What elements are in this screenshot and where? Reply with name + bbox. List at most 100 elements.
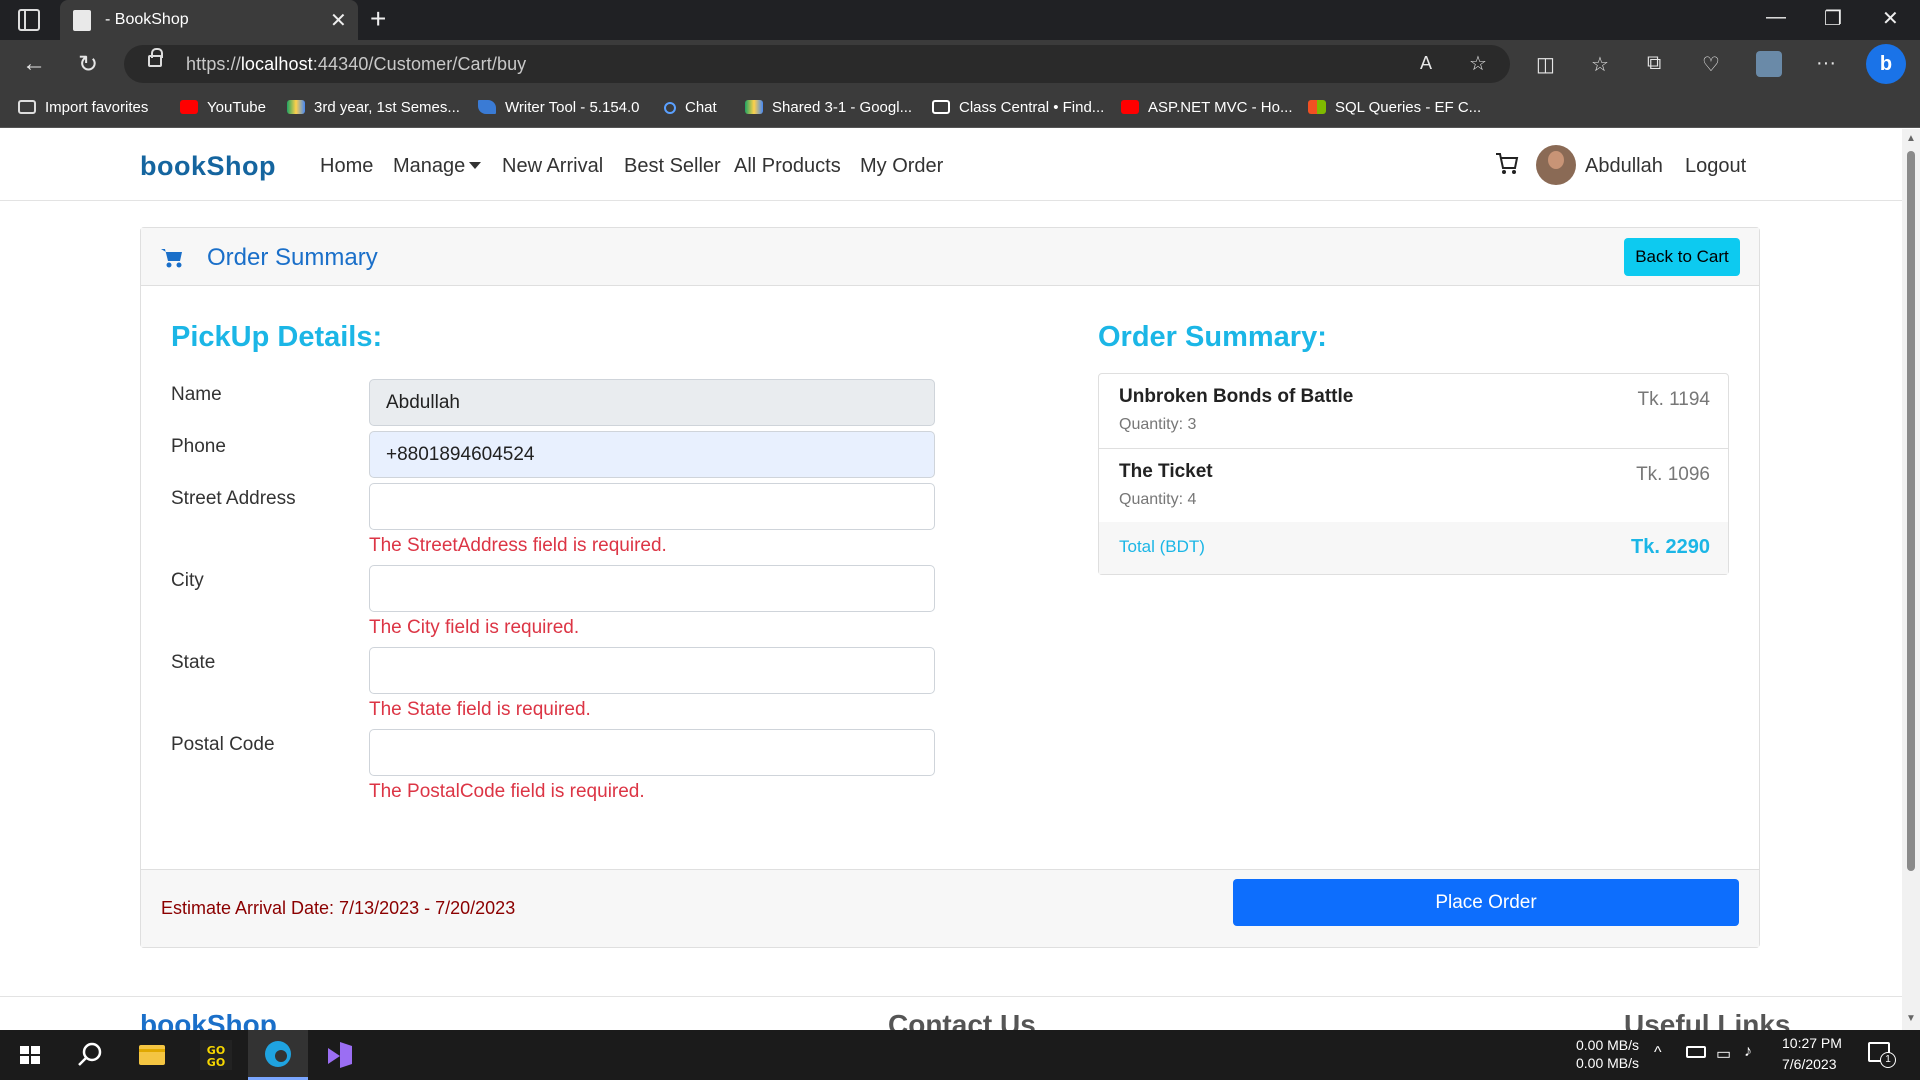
avatar[interactable] — [1536, 145, 1576, 185]
back-to-cart-button[interactable]: Back to Cart — [1624, 238, 1740, 276]
bing-copilot-icon[interactable]: b — [1866, 44, 1906, 84]
shopping-cart-icon — [161, 249, 182, 268]
nav-best-seller[interactable]: Best Seller — [624, 155, 721, 178]
browser-essentials-icon[interactable]: ♡ — [1702, 52, 1720, 77]
bookmark-google-drive-1[interactable]: 3rd year, 1st Semes... — [287, 99, 460, 116]
collections-icon[interactable]: ⧉ — [1647, 52, 1661, 75]
bookmark-writer-tool[interactable]: Writer Tool - 5.154.0 — [478, 99, 640, 116]
close-tab-icon[interactable]: ✕ — [330, 8, 347, 33]
refresh-icon[interactable]: ↻ — [78, 50, 98, 79]
brand-logo[interactable]: bookShop — [140, 151, 276, 182]
bookmark-google-drive-2[interactable]: Shared 3-1 - Googl... — [745, 99, 912, 116]
postal-code-field[interactable] — [369, 729, 935, 776]
scroll-down-icon[interactable]: ▼ — [1906, 1013, 1916, 1024]
lock-icon[interactable] — [148, 48, 163, 67]
search-icon[interactable] — [60, 1030, 120, 1080]
order-summary-heading: Order Summary: — [1098, 321, 1327, 353]
postal-code-label: Postal Code — [171, 734, 275, 755]
site-footer: bookShop Contact Us Useful Links — [0, 996, 1902, 1030]
city-label: City — [171, 570, 204, 591]
pickup-details-heading: PickUp Details: — [171, 321, 383, 353]
back-icon[interactable]: ← — [22, 50, 46, 78]
bookmark-sql-queries[interactable]: SQL Queries - EF C... — [1308, 99, 1481, 116]
phone-label: Phone — [171, 436, 226, 457]
browser-tab[interactable]: - BookShop ✕ — [60, 0, 358, 40]
total-value: Tk. 2290 — [1631, 536, 1710, 558]
item-quantity: Quantity: 4 — [1119, 491, 1197, 508]
state-label: State — [171, 652, 216, 673]
city-field[interactable] — [369, 565, 935, 612]
caret-down-icon — [469, 162, 482, 169]
phone-field[interactable] — [369, 431, 935, 478]
name-label: Name — [171, 384, 222, 405]
svg-text:GO: GO — [207, 1056, 225, 1069]
state-error: The State field is required. — [369, 699, 591, 720]
nav-home[interactable]: Home — [320, 155, 373, 178]
user-name[interactable]: Abdullah — [1585, 155, 1663, 178]
tab-actions-icon[interactable] — [18, 9, 40, 31]
place-order-button[interactable]: Place Order — [1233, 879, 1739, 926]
bookmark-aspnet-mvc[interactable]: ASP.NET MVC - Ho... — [1121, 99, 1293, 116]
favorites-icon[interactable]: ☆ — [1591, 52, 1609, 77]
volume-icon[interactable]: ♪ — [1744, 1043, 1752, 1061]
order-card: Order Summary Back to Cart PickUp Detail… — [140, 227, 1760, 948]
clock-date[interactable]: 7/6/2023 — [1782, 1056, 1837, 1072]
favorite-star-icon[interactable]: ☆ — [1469, 51, 1487, 76]
order-summary-list: Unbroken Bonds of Battle Quantity: 3 Tk.… — [1098, 373, 1729, 575]
item-price: Tk. 1194 — [1637, 389, 1710, 410]
nav-new-arrival[interactable]: New Arrival — [502, 155, 603, 178]
address-bar[interactable]: https://localhost:44340/Customer/Cart/bu… — [124, 45, 1510, 83]
footer-contact-heading: Contact Us — [888, 1009, 1036, 1030]
bookmark-import-favorites[interactable]: Import favorites — [18, 99, 148, 116]
page-scrollbar[interactable]: ▲ ▼ — [1902, 129, 1920, 1030]
file-explorer-icon[interactable] — [122, 1030, 182, 1080]
scroll-thumb[interactable] — [1907, 151, 1915, 871]
edge-browser-icon[interactable] — [248, 1030, 308, 1080]
class-central-icon — [932, 100, 950, 114]
restore-icon[interactable]: ❐ — [1824, 6, 1842, 31]
list-item: The Ticket Quantity: 4 Tk. 1096 — [1099, 449, 1728, 523]
gogo-app-icon[interactable]: GO GO — [186, 1030, 246, 1080]
name-field[interactable] — [369, 379, 935, 426]
footer-brand: bookShop — [140, 1009, 277, 1030]
order-total-row: Total (BDT) Tk. 2290 — [1099, 522, 1728, 574]
window-close-icon[interactable]: ✕ — [1882, 6, 1899, 31]
network-icon[interactable]: ▭ — [1716, 1044, 1731, 1064]
split-screen-icon[interactable]: ◫ — [1536, 52, 1555, 77]
nav-my-order[interactable]: My Order — [860, 155, 943, 178]
search-chat-icon — [664, 102, 676, 114]
clock-time[interactable]: 10:27 PM — [1782, 1035, 1842, 1051]
windows-start-icon[interactable] — [0, 1030, 60, 1080]
cart-icon[interactable] — [1494, 151, 1520, 177]
notifications-icon[interactable]: 1 — [1868, 1042, 1896, 1068]
chevron-up-icon[interactable]: ^ — [1654, 1044, 1662, 1062]
more-options-icon[interactable]: ··· — [1816, 52, 1836, 75]
read-aloud-icon[interactable]: A — [1420, 53, 1432, 74]
estimate-arrival-date: Estimate Arrival Date: 7/13/2023 - 7/20/… — [161, 898, 516, 918]
nav-logout[interactable]: Logout — [1685, 155, 1746, 178]
nav-all-products[interactable]: All Products — [734, 155, 841, 178]
bookmark-chat[interactable]: Chat — [664, 99, 717, 116]
street-address-field[interactable] — [369, 483, 935, 530]
card-title: Order Summary — [207, 244, 378, 271]
scroll-up-icon[interactable]: ▲ — [1906, 133, 1916, 144]
page-favicon-icon — [73, 10, 91, 31]
nav-manage-dropdown[interactable]: Manage — [393, 155, 482, 178]
visual-studio-icon[interactable] — [310, 1030, 370, 1080]
battery-icon[interactable] — [1686, 1046, 1706, 1058]
nav-manage-label: Manage — [393, 155, 466, 177]
state-field[interactable] — [369, 647, 935, 694]
item-title: The Ticket — [1119, 461, 1213, 482]
city-error: The City field is required. — [369, 617, 580, 638]
new-tab-icon[interactable]: + — [370, 3, 386, 35]
card-footer: Estimate Arrival Date: 7/13/2023 - 7/20/… — [141, 869, 1759, 947]
profile-icon[interactable] — [1756, 51, 1782, 77]
item-quantity: Quantity: 3 — [1119, 416, 1197, 433]
tab-title: - BookShop — [105, 11, 189, 28]
favorites-bar: Import favorites YouTube 3rd year, 1st S… — [0, 88, 1920, 128]
minimize-icon[interactable]: — — [1766, 6, 1786, 29]
postal-code-error: The PostalCode field is required. — [369, 781, 645, 802]
address-toolbar: ← ↻ https://localhost:44340/Customer/Car… — [0, 40, 1920, 88]
bookmark-youtube[interactable]: YouTube — [180, 99, 266, 116]
bookmark-class-central[interactable]: Class Central • Find... — [932, 99, 1104, 116]
